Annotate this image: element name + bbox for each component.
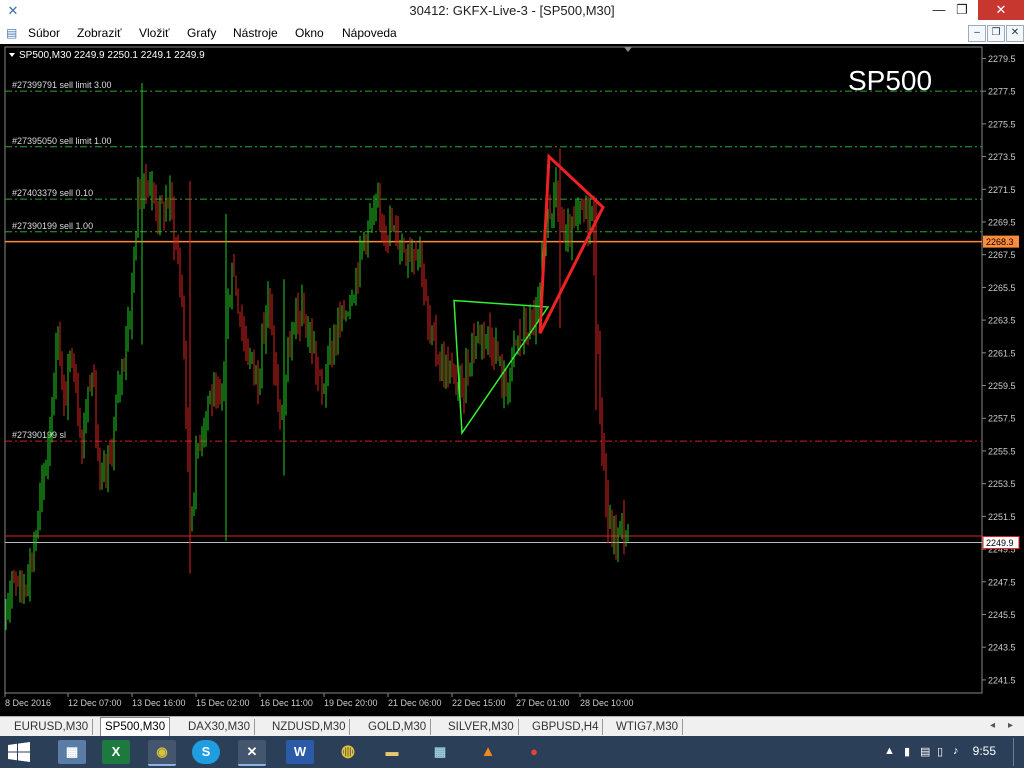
word-icon[interactable]: W — [286, 740, 314, 764]
windows-start-icon[interactable] — [8, 742, 30, 762]
menu-bar: ▤ Súbor Zobraziť Vložiť Grafy Nástroje O… — [0, 22, 1024, 45]
tab-gold[interactable]: GOLD,M30 — [364, 719, 432, 735]
tabs-scroll-right-icon[interactable]: ▸ — [1008, 720, 1013, 731]
price-label: 2279.5 — [988, 54, 1016, 64]
current-price-tag-label: 2249.9 — [986, 538, 1014, 548]
chart-tabs-bar: EURUSD,M30 SP500,M30 DAX30,M30 NZDUSD,M3… — [0, 716, 1024, 737]
excel-icon[interactable]: X — [102, 740, 130, 764]
chart-header-arrow-icon[interactable] — [9, 53, 15, 57]
order-line-label: #27399791 sell limit 3.00 — [12, 80, 112, 90]
chrome-icon[interactable]: ◍ — [334, 740, 362, 764]
time-label: 21 Dec 06:00 — [388, 698, 442, 708]
menu-nastroje[interactable]: Nástroje — [233, 26, 278, 40]
price-label: 2267.5 — [988, 250, 1016, 260]
menu-napoveda[interactable]: Nápoveda — [342, 26, 397, 40]
price-label: 2241.5 — [988, 675, 1016, 685]
menu-subor[interactable]: Súbor — [28, 26, 60, 40]
tab-dax30[interactable]: DAX30,M30 — [184, 719, 256, 735]
tab-sp500[interactable]: SP500,M30 — [100, 717, 171, 737]
time-label: 12 Dec 07:00 — [68, 698, 122, 708]
chart-canvas[interactable]: SP500,M30 2249.9 2250.1 2249.1 2249.9 SP… — [0, 44, 1024, 716]
price-label: 2275.5 — [988, 119, 1016, 129]
price-chart[interactable]: SP500,M30 2249.9 2250.1 2249.1 2249.9 SP… — [0, 44, 1024, 716]
price-label: 2269.5 — [988, 217, 1016, 227]
tiles-app-icon[interactable]: ▦ — [426, 740, 454, 764]
vlc-icon[interactable]: ▲ — [474, 740, 502, 764]
chart-shift-marker[interactable] — [624, 47, 632, 52]
price-label: 2261.5 — [988, 348, 1016, 358]
mdi-minimize-button[interactable]: – — [968, 25, 986, 42]
menu-grafy[interactable]: Grafy — [187, 26, 216, 40]
tray-expand-icon[interactable]: ▲ — [884, 745, 895, 757]
chart-window-icon[interactable]: ▤ — [6, 26, 20, 40]
chat-app-icon[interactable]: ● — [520, 740, 548, 764]
file-explorer-icon[interactable]: ▬ — [378, 740, 406, 764]
time-label: 13 Dec 16:00 — [132, 698, 186, 708]
time-label: 22 Dec 15:00 — [452, 698, 506, 708]
price-label: 2277.5 — [988, 87, 1016, 97]
time-label: 8 Dec 2016 — [5, 698, 51, 708]
menu-okno[interactable]: Okno — [295, 26, 324, 40]
time-label: 28 Dec 10:00 — [580, 698, 634, 708]
price-label: 2243.5 — [988, 643, 1016, 653]
window-title: 30412: GKFX-Live-3 - [SP500,M30] — [409, 3, 615, 18]
skype-icon[interactable]: S — [192, 740, 220, 764]
tab-nzdusd[interactable]: NZDUSD,M30 — [268, 719, 351, 735]
tab-silver[interactable]: SILVER,M30 — [444, 719, 519, 735]
time-label: 16 Dec 11:00 — [260, 698, 313, 708]
show-desktop-button[interactable] — [1013, 738, 1020, 766]
orange-price-tag-label: 2268.3 — [986, 237, 1014, 247]
tab-gbpusd[interactable]: GBPUSD,H4 — [528, 719, 604, 735]
price-label: 2245.5 — [988, 610, 1016, 620]
tabs-scroll-left-icon[interactable]: ◂ — [990, 720, 995, 731]
time-label: 15 Dec 02:00 — [196, 698, 250, 708]
time-label: 19 Dec 20:00 — [324, 698, 378, 708]
price-label: 2247.5 — [988, 577, 1016, 587]
signal-icon[interactable]: ▮ — [904, 745, 910, 758]
order-line-label: #27395050 sell limit 1.00 — [12, 136, 112, 146]
price-label: 2251.5 — [988, 512, 1016, 522]
order-line-label: #27390199 sell 1.00 — [12, 221, 93, 231]
price-label: 2253.5 — [988, 479, 1016, 489]
order-line-label: #27390199 sl — [12, 430, 66, 440]
volume-icon[interactable]: ♪ — [953, 745, 959, 757]
order-line-label: #27403379 sell 0.10 — [12, 188, 93, 198]
restore-button[interactable]: ❐ — [947, 0, 977, 20]
chart-header: SP500,M30 2249.9 2250.1 2249.1 2249.9 — [19, 50, 205, 61]
fx-app-icon[interactable]: ◉ — [148, 740, 176, 766]
time-label: 27 Dec 01:00 — [516, 698, 570, 708]
price-label: 2255.5 — [988, 446, 1016, 456]
windows-taskbar: ▦ X ◉ S ✕ W ◍ ▬ ▦ ▲ ● ▲ ▮ ▤ ▯ ♪ 9:55 — [0, 736, 1024, 768]
menu-vlozit[interactable]: Vložiť — [139, 26, 170, 40]
price-label: 2273.5 — [988, 152, 1016, 162]
mdi-close-button[interactable]: ✕ — [1006, 25, 1024, 42]
tab-eurusd[interactable]: EURUSD,M30 — [10, 719, 94, 735]
price-label: 2271.5 — [988, 185, 1016, 195]
mdi-restore-button[interactable]: ❐ — [987, 25, 1005, 42]
tab-wtig7[interactable]: WTIG7,M30 — [612, 719, 683, 735]
metatrader-taskbar-icon[interactable]: ✕ — [238, 740, 266, 766]
menu-zobrazit[interactable]: Zobraziť — [77, 26, 122, 40]
close-button[interactable]: ✕ — [978, 0, 1024, 20]
price-label: 2265.5 — [988, 283, 1016, 293]
network-icon[interactable]: ▤ — [920, 745, 930, 758]
price-label: 2259.5 — [988, 381, 1016, 391]
price-label: 2257.5 — [988, 414, 1016, 424]
window-titlebar: ✕ 30412: GKFX-Live-3 - [SP500,M30] — ❐ ✕ — [0, 0, 1024, 22]
battery-icon[interactable]: ▯ — [937, 745, 943, 758]
taskbar-clock[interactable]: 9:55 — [973, 744, 996, 758]
file-explorer-pinned-icon[interactable]: ▦ — [58, 740, 86, 764]
price-label: 2263.5 — [988, 316, 1016, 326]
